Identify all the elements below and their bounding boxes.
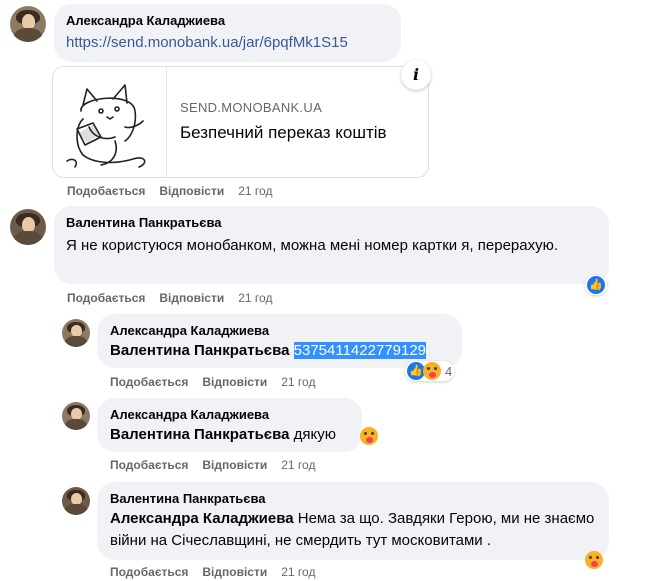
preview-image [53, 67, 167, 177]
reply-text: Александра Каладжиева Нема за що. Завдяк… [110, 508, 600, 552]
like-button[interactable]: Подобається [110, 375, 188, 389]
reply-text: Валентина Панкратьєва 5375411422779129 [110, 340, 427, 362]
like-button[interactable]: Подобається [67, 184, 145, 198]
timestamp[interactable]: 21 год [238, 291, 272, 305]
link-preview-card[interactable]: SEND.MONOBANK.UA Безпечний переказ кошті… [52, 66, 429, 178]
reply-button[interactable]: Відповісти [159, 184, 224, 198]
selected-text: 5375411422779129 [293, 342, 427, 359]
comment-text: Я не користуюся монобанком, можна мені н… [66, 237, 559, 254]
preview-title: Безпечний переказ коштів [180, 123, 387, 142]
reply-button[interactable]: Відповісти [202, 565, 267, 579]
avatar[interactable] [62, 319, 90, 347]
like-icon: 👍 [587, 276, 605, 294]
like-button[interactable]: Подобається [67, 291, 145, 305]
reply-author[interactable]: Александра Каладжиева [110, 407, 269, 422]
reaction-count: 4 [445, 363, 453, 379]
reply-text-content: дякую [293, 426, 336, 443]
care-emoji-icon [360, 427, 378, 445]
comment-author[interactable]: Валентина Панкратьєва [66, 215, 222, 230]
reply-actions: Подобається Відповісти 21 год [110, 565, 329, 579]
care-icon [423, 362, 441, 380]
avatar[interactable] [62, 487, 90, 515]
comment-actions: Подобається Відповісти 21 год [67, 184, 286, 198]
comment-author[interactable]: Александра Каладжиева [66, 13, 225, 28]
reply-author[interactable]: Александра Каладжиева [110, 323, 269, 338]
mention-link[interactable]: Валентина Панкратьєва [110, 342, 289, 359]
reply-author[interactable]: Валентина Панкратьєва [110, 491, 266, 506]
avatar[interactable] [62, 402, 90, 430]
reaction-badge[interactable]: 👍 [585, 275, 607, 295]
mention-link[interactable]: Валентина Панкратьєва [110, 426, 289, 443]
comment-link[interactable]: https://send.monobank.ua/jar/6pqfMk1S15 [66, 34, 348, 51]
timestamp[interactable]: 21 год [281, 458, 315, 472]
reaction-badge[interactable]: 👍 4 [405, 361, 455, 381]
avatar[interactable] [10, 6, 46, 42]
reply-actions: Подобається Відповісти 21 год [110, 375, 329, 389]
preview-domain: SEND.MONOBANK.UA [180, 100, 323, 115]
like-button[interactable]: Подобається [110, 565, 188, 579]
info-icon[interactable]: i [401, 60, 431, 90]
timestamp[interactable]: 21 год [238, 184, 272, 198]
reply-actions: Подобається Відповісти 21 год [110, 458, 329, 472]
timestamp[interactable]: 21 год [281, 375, 315, 389]
reply-button[interactable]: Відповісти [202, 375, 267, 389]
reply-button[interactable]: Відповісти [159, 291, 224, 305]
mention-link[interactable]: Александра Каладжиева [110, 510, 294, 527]
avatar[interactable] [10, 209, 46, 245]
like-button[interactable]: Подобається [110, 458, 188, 472]
timestamp[interactable]: 21 год [281, 565, 315, 579]
comment-actions: Подобається Відповісти 21 год [67, 291, 286, 305]
cat-illustration-icon [66, 84, 146, 168]
reply-text: Валентина Панкратьєва дякую [110, 424, 336, 446]
reply-button[interactable]: Відповісти [202, 458, 267, 472]
care-emoji-icon [585, 551, 603, 569]
